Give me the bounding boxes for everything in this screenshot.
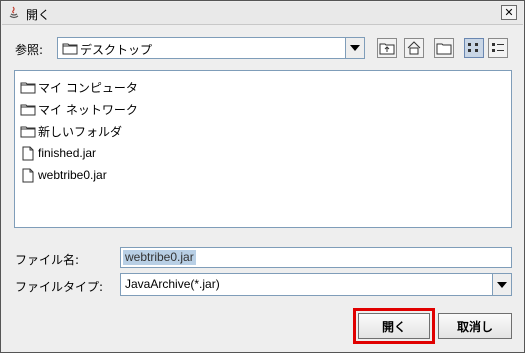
file-name-input[interactable]: webtribe0.jar — [120, 247, 512, 268]
java-icon — [7, 6, 21, 20]
open-dialog: 開く ✕ 参照: デスクトップ マイ コンピュータ マイ ネットワーク 新しいフ… — [0, 0, 525, 353]
file-type-combo[interactable]: JavaArchive(*.jar) — [120, 273, 512, 296]
file-list[interactable]: マイ コンピュータ マイ ネットワーク 新しいフォルダ finished.jar… — [14, 70, 512, 228]
file-type-label: ファイルタイプ: — [15, 280, 104, 294]
details-view-button[interactable] — [488, 38, 508, 58]
folder-icon — [20, 80, 36, 94]
chevron-down-icon — [350, 45, 360, 51]
open-button[interactable]: 開く — [358, 313, 430, 339]
close-icon: ✕ — [504, 6, 514, 19]
folder-icon — [20, 124, 36, 138]
look-in-value: デスクトップ — [80, 43, 153, 57]
look-in-dropdown-button[interactable] — [345, 38, 364, 58]
file-type-dropdown-button[interactable] — [492, 274, 511, 295]
list-view-icon — [468, 43, 478, 52]
home-icon — [407, 41, 421, 55]
folder-icon — [20, 102, 36, 116]
file-type-value: JavaArchive(*.jar) — [125, 277, 220, 291]
item-label: マイ ネットワーク — [38, 102, 138, 117]
list-view-button[interactable] — [464, 38, 484, 58]
new-folder-icon — [436, 43, 452, 55]
list-item[interactable]: webtribe0.jar — [20, 166, 107, 184]
list-item[interactable]: マイ ネットワーク — [20, 100, 138, 118]
window-title: 開く — [26, 8, 51, 22]
home-button[interactable] — [404, 38, 424, 58]
details-view-icon — [492, 43, 504, 52]
chevron-down-icon — [497, 281, 507, 288]
close-button[interactable]: ✕ — [501, 5, 517, 20]
item-label: finished.jar — [38, 146, 97, 160]
file-icon — [20, 146, 36, 160]
cancel-button[interactable]: 取消し — [438, 313, 512, 339]
file-name-value: webtribe0.jar — [123, 250, 196, 265]
new-folder-button[interactable] — [434, 38, 454, 58]
folder-icon — [62, 41, 78, 58]
file-name-label: ファイル名: — [15, 253, 80, 267]
file-icon — [20, 168, 36, 182]
item-label: webtribe0.jar — [38, 168, 107, 182]
list-item[interactable]: 新しいフォルダ — [20, 122, 122, 140]
look-in-label: 参照: — [15, 43, 44, 57]
item-label: マイ コンピュータ — [38, 80, 138, 95]
list-item[interactable]: マイ コンピュータ — [20, 78, 138, 96]
look-in-combo[interactable]: デスクトップ — [57, 37, 365, 59]
up-one-level-icon — [379, 43, 395, 55]
up-one-level-button[interactable] — [377, 38, 397, 58]
title-bar: 開く ✕ — [2, 2, 523, 25]
item-label: 新しいフォルダ — [38, 124, 123, 139]
list-item[interactable]: finished.jar — [20, 144, 96, 162]
